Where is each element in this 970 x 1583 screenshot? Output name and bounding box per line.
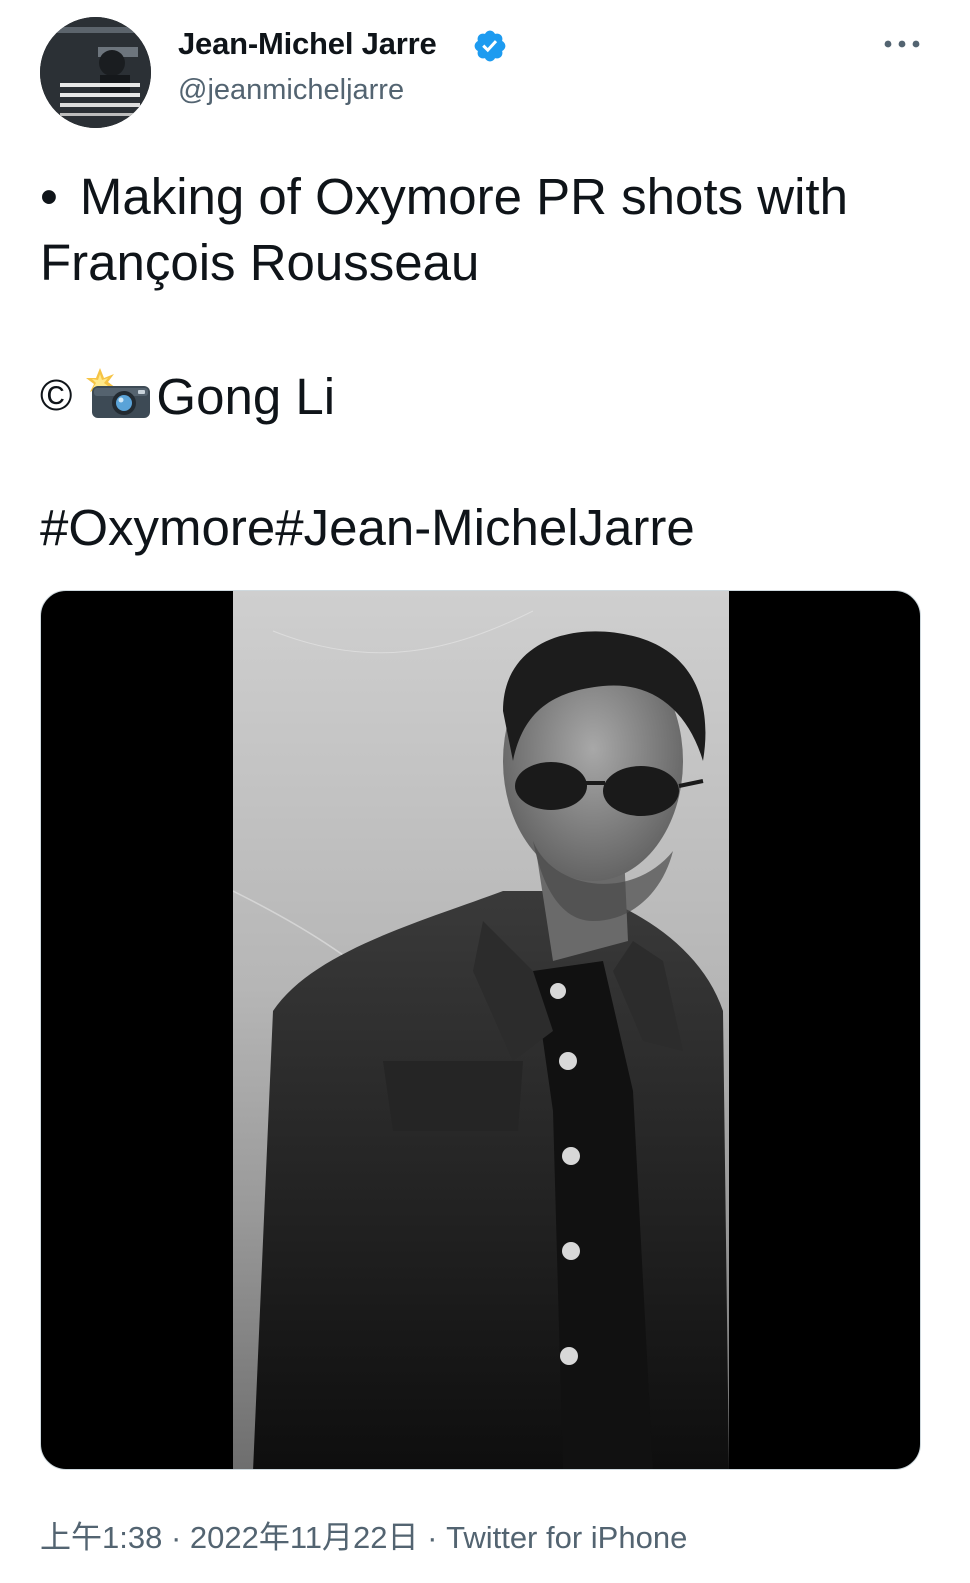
photographer-name: Gong Li (156, 368, 336, 425)
tweet-time[interactable]: 上午1:38 (40, 1520, 162, 1555)
tweet-media[interactable] (40, 590, 921, 1470)
tweet-text-line-3: © Gong Li (40, 365, 335, 428)
tweet-date[interactable]: 2022年11月22日 (190, 1520, 419, 1555)
avatar-photo-icon (40, 17, 151, 128)
black-and-white-portrait-icon (233, 610, 729, 1469)
tweet-text-making-of: Making of Oxymore PR shots with (79, 168, 848, 225)
copyright-symbol: © (40, 371, 73, 420)
hashtag-jean-michel-jarre[interactable]: #Jean-MichelJarre (275, 499, 695, 556)
tweet: Jean-Michel Jarre @jeanmicheljarre • Maki… (0, 0, 970, 1583)
meta-separator: · (418, 1520, 447, 1555)
tweet-hashtags: #Oxymore#Jean-MichelJarre (40, 497, 695, 559)
tweet-text-line-2: François Rousseau (40, 234, 480, 291)
meta-separator: · (162, 1520, 190, 1555)
tweet-meta: 上午1:38 · 2022年11月22日 · Twitter for iPhon… (40, 1512, 687, 1557)
tweet-source[interactable]: Twitter for iPhone (446, 1520, 687, 1555)
user-handle[interactable]: @jeanmicheljarre (178, 74, 404, 107)
avatar[interactable] (40, 17, 151, 128)
camera-flash-emoji-icon (86, 368, 151, 418)
portrait-photo (233, 591, 729, 1469)
hashtag-oxymore[interactable]: #Oxymore (40, 499, 275, 556)
display-name[interactable]: Jean-Michel Jarre (178, 26, 437, 62)
tweet-text-line-1: • Making of Oxymore PR shots with (40, 166, 848, 228)
verified-badge-icon (474, 30, 506, 62)
bullet: • (40, 168, 58, 225)
more-options-icon[interactable] (880, 32, 924, 56)
